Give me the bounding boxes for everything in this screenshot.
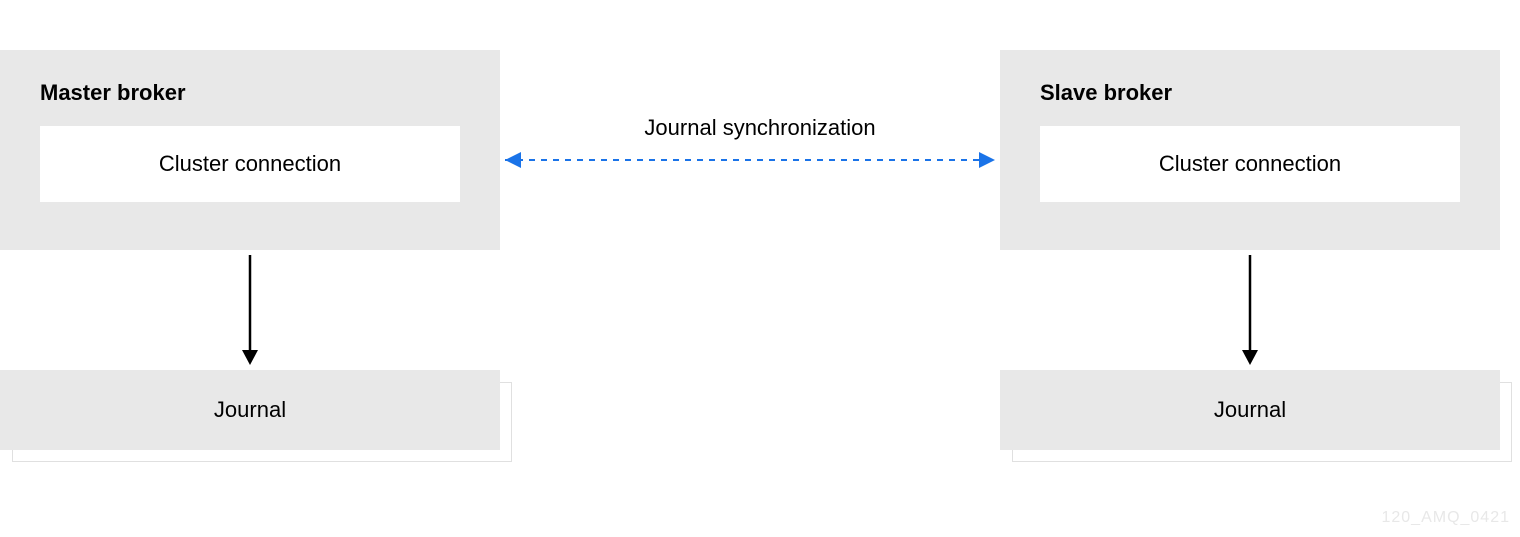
master-journal-stack: Journal — [0, 370, 500, 450]
slave-journal-stack: Journal — [1000, 370, 1500, 450]
master-arrowhead-icon — [242, 350, 258, 365]
master-broker-box: Master broker Cluster connection — [0, 50, 500, 250]
master-broker-title: Master broker — [40, 80, 460, 106]
watermark-text: 120_AMQ_0421 — [1381, 509, 1510, 527]
slave-cluster-connection: Cluster connection — [1040, 126, 1460, 202]
sync-label: Journal synchronization — [644, 115, 875, 141]
master-journal-box: Journal — [0, 370, 500, 450]
slave-broker-title: Slave broker — [1040, 80, 1460, 106]
master-cluster-connection: Cluster connection — [40, 126, 460, 202]
slave-arrowhead-icon — [1242, 350, 1258, 365]
slave-journal-box: Journal — [1000, 370, 1500, 450]
slave-broker-box: Slave broker Cluster connection — [1000, 50, 1500, 250]
